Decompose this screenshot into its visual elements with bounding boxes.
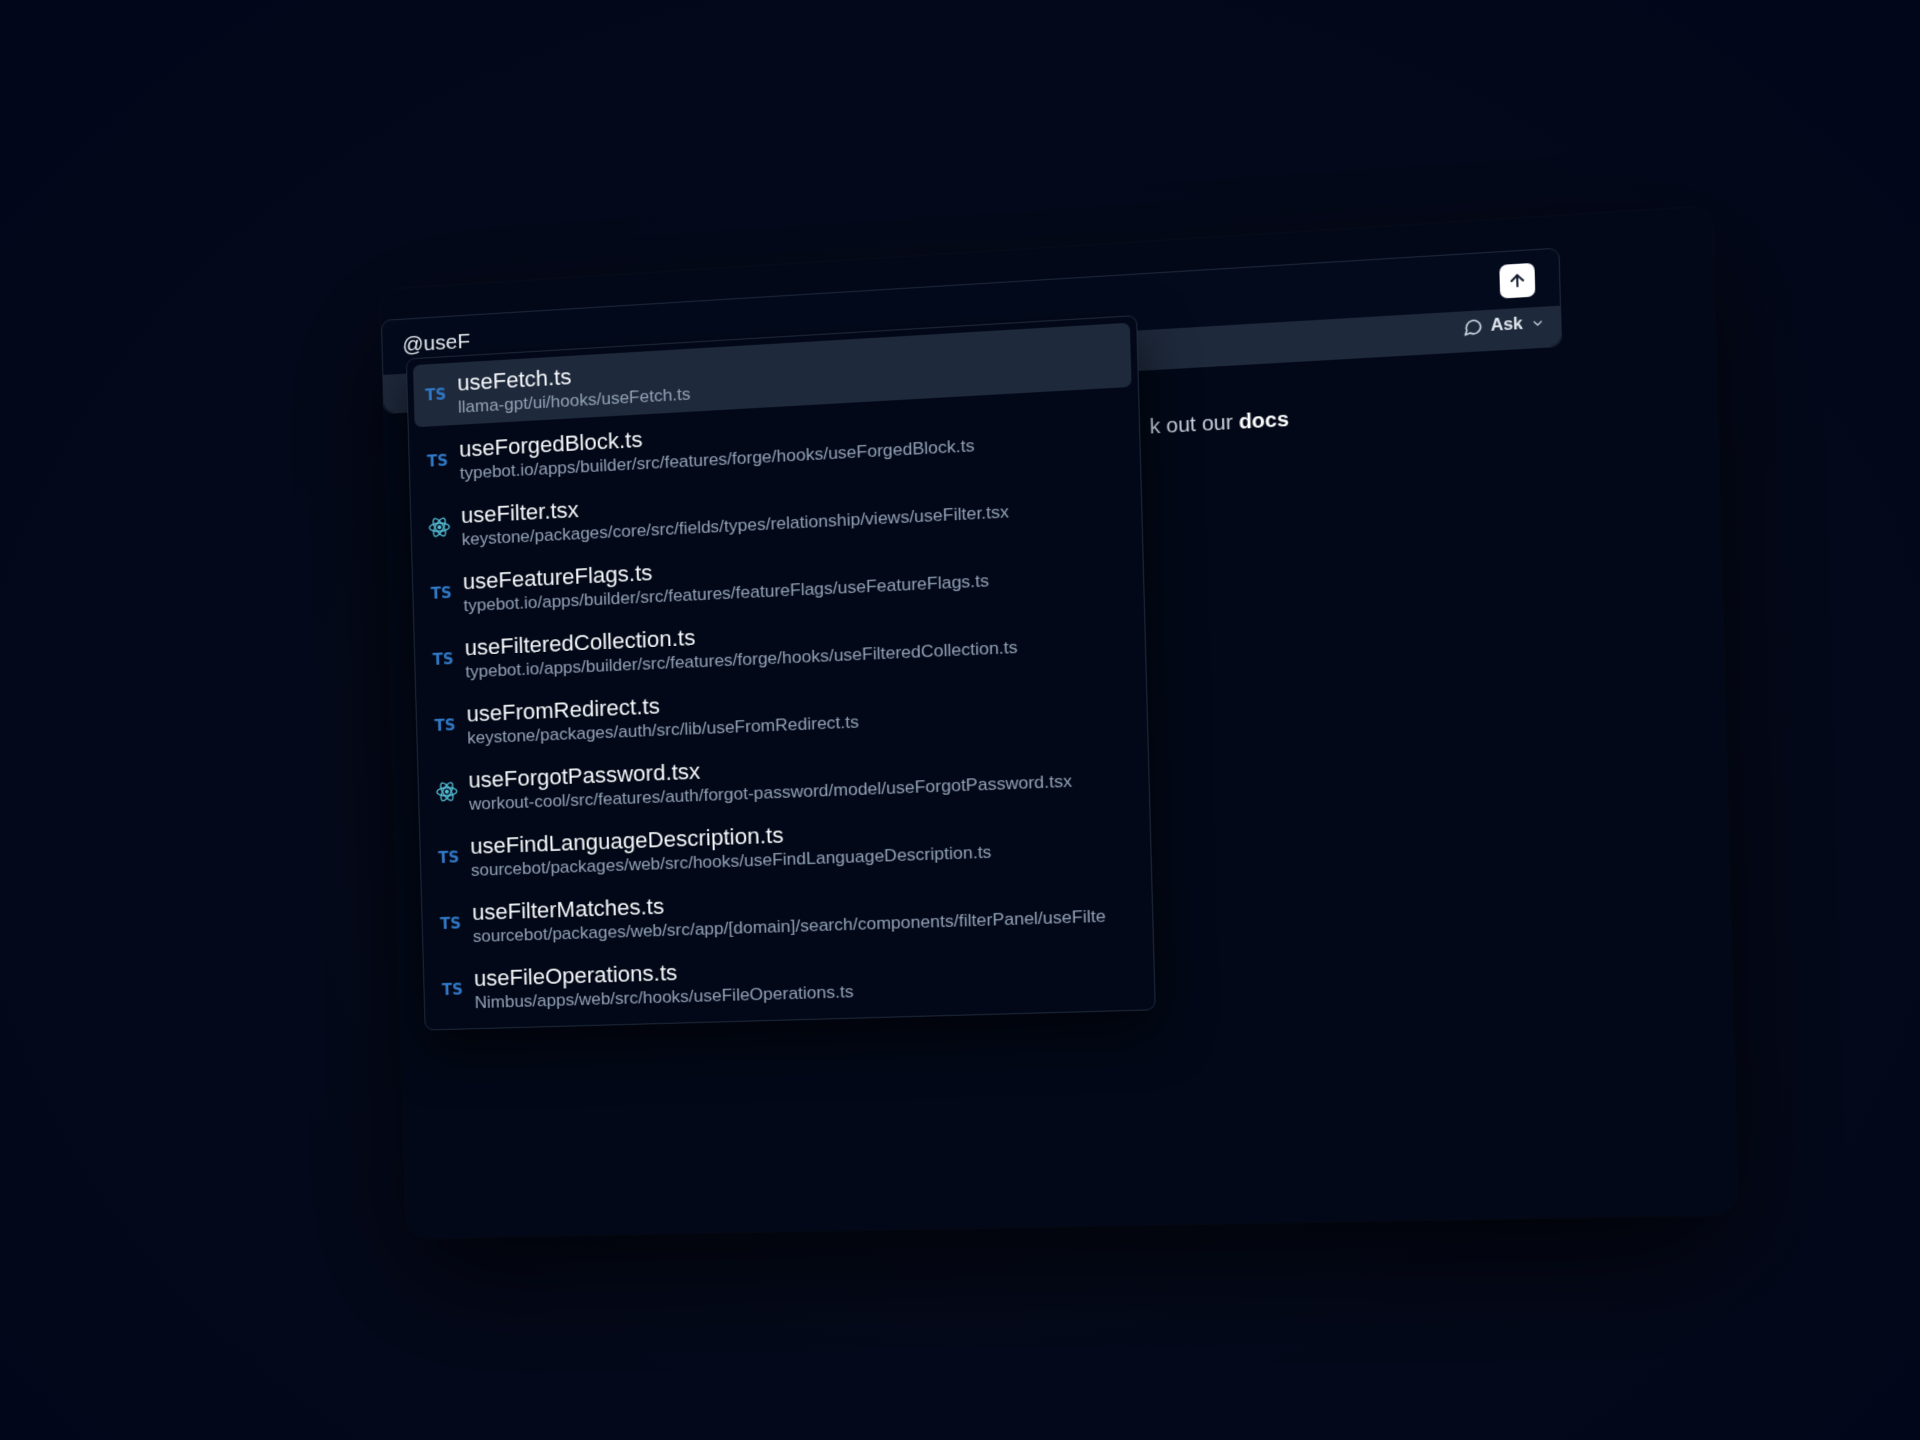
docs-hint: k out our docs	[1149, 408, 1289, 439]
mode-select[interactable]: Ask	[1462, 313, 1545, 338]
suggestion-text: useFileOperations.ts Nimbus/apps/web/src/…	[474, 953, 854, 1013]
react-icon	[417, 514, 461, 540]
typescript-icon: TS	[426, 451, 449, 471]
react-icon	[425, 779, 469, 805]
chat-input[interactable]: @useF	[402, 330, 470, 358]
typescript-icon: TS	[441, 980, 464, 1000]
typescript-icon: TS	[434, 716, 456, 736]
arrow-up-icon	[1507, 271, 1527, 291]
typescript-icon: TS	[430, 583, 452, 603]
docs-hint-text: k out our	[1149, 411, 1240, 439]
typescript-icon: TS	[424, 385, 447, 405]
suggestion-text: useFetch.ts llama-gpt/ui/hooks/useFetch.t…	[457, 356, 691, 418]
suggestion-text: useFindLanguageDescription.ts sourcebot/p…	[470, 814, 992, 881]
file-suggestion-dropdown: TS useFetch.ts llama-gpt/ui/hooks/useFetch…	[405, 315, 1156, 1031]
chevron-down-icon	[1530, 316, 1545, 331]
typescript-icon: TS	[439, 914, 462, 934]
suggestion-text: useForgotPassword.tsx workout-cool/src/fe…	[468, 742, 1072, 814]
typescript-icon: TS	[437, 848, 460, 868]
chat-panel: @useF Ask k out our docs TS useFetch.ts …	[380, 206, 1739, 1239]
docs-link[interactable]: docs	[1238, 408, 1289, 434]
suggestion-text: useFilteredCollection.ts typebot.io/apps/…	[464, 609, 1018, 683]
stage: @useF Ask k out our docs TS useFetch.ts …	[0, 0, 1920, 1440]
mode-label: Ask	[1490, 314, 1524, 335]
send-button[interactable]	[1499, 262, 1536, 299]
suggestion-text: useFeatureFlags.ts typebot.io/apps/builde…	[462, 542, 990, 616]
suggestion-text: useFilterMatches.ts sourcebot/packages/we…	[472, 877, 1106, 947]
chat-bubble-icon	[1462, 317, 1483, 338]
suggestion-text: useFromRedirect.ts keystone/packages/auth…	[466, 684, 859, 749]
typescript-icon: TS	[432, 649, 454, 669]
